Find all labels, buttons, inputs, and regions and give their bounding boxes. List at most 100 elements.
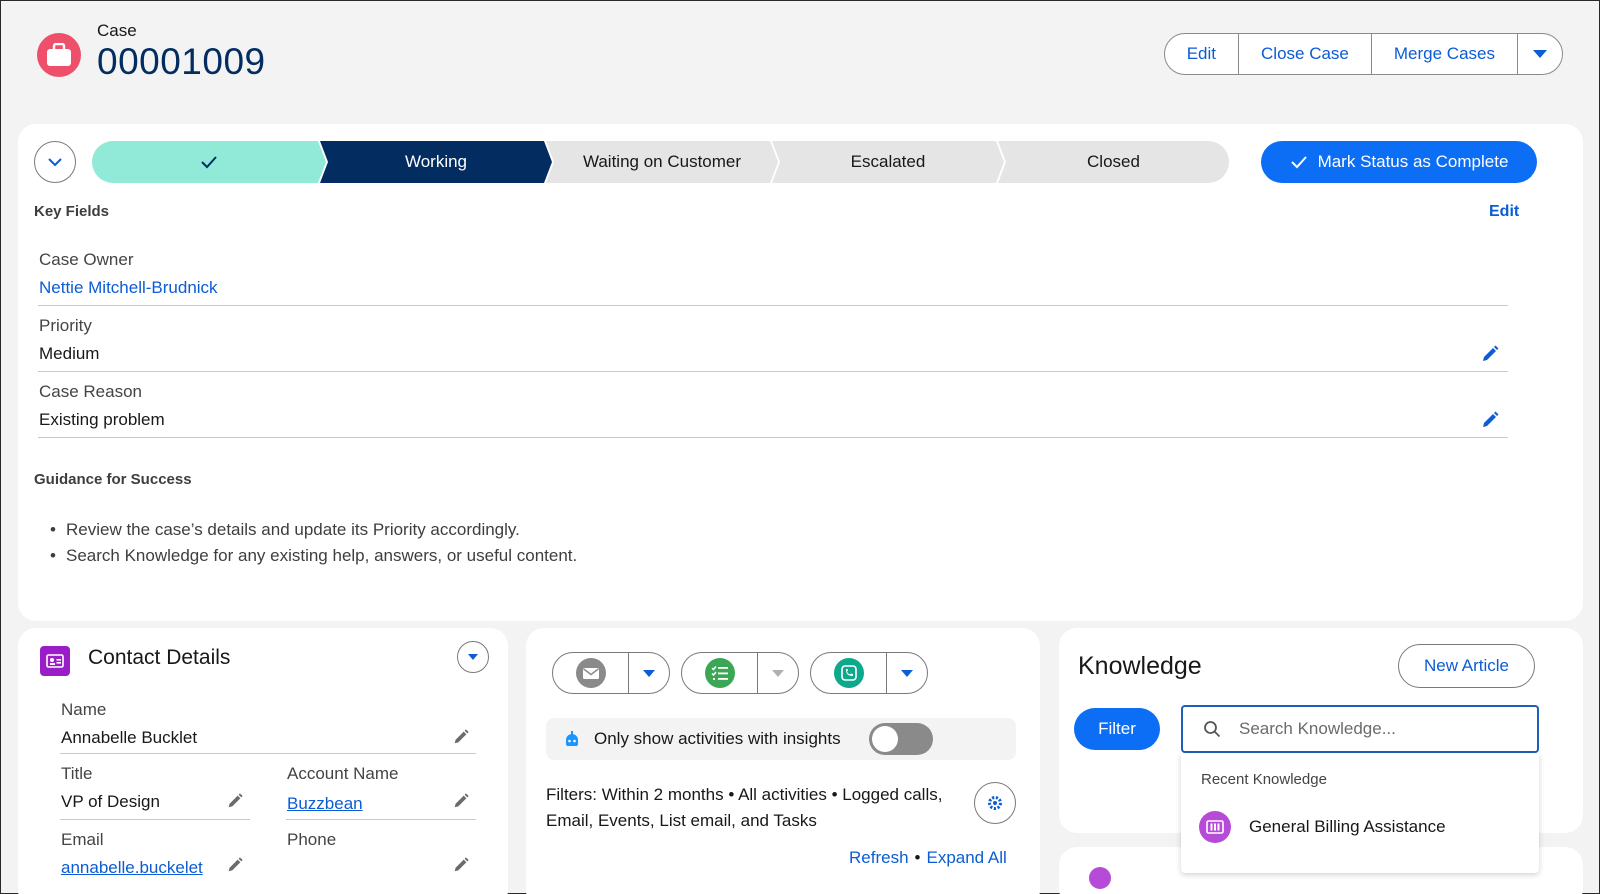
path-stage-working[interactable]: Working xyxy=(320,141,552,183)
mark-status-complete-button[interactable]: Mark Status as Complete xyxy=(1261,141,1537,183)
separator-dot: • xyxy=(914,848,921,867)
knowledge-search-box xyxy=(1181,705,1539,753)
contact-name-label: Name xyxy=(61,700,107,719)
more-actions-button[interactable] xyxy=(1518,34,1562,74)
priority-label: Priority xyxy=(39,316,92,335)
path-stage-escalated[interactable]: Escalated xyxy=(772,141,1004,183)
close-case-button[interactable]: Close Case xyxy=(1239,34,1372,74)
contact-phone-field: Phone xyxy=(286,830,476,890)
edit-button[interactable]: Edit xyxy=(1165,34,1240,74)
phone-icon xyxy=(833,658,864,688)
log-call-button[interactable] xyxy=(811,653,887,693)
refresh-link[interactable]: Refresh xyxy=(849,848,909,868)
edit-email-pencil-icon[interactable] xyxy=(226,856,244,874)
related-card-icon xyxy=(1089,867,1111,889)
path-stage-closed[interactable]: Closed xyxy=(998,141,1229,183)
contact-card-menu-button[interactable] xyxy=(457,641,489,673)
merge-cases-button[interactable]: Merge Cases xyxy=(1372,34,1518,74)
knowledge-search-input[interactable] xyxy=(1239,719,1519,739)
insights-toggle-switch[interactable] xyxy=(868,723,933,755)
case-owner-link[interactable]: Nettie Mitchell-Brudnick xyxy=(39,278,218,298)
chevron-down-icon xyxy=(48,158,62,167)
gear-icon xyxy=(988,796,1002,810)
case-briefcase-icon xyxy=(37,33,81,77)
path-card: Working Waiting on Customer Escalated Cl… xyxy=(18,124,1583,621)
search-icon xyxy=(1204,721,1221,738)
guidance-list: Review the case’s details and update its… xyxy=(48,517,577,569)
caret-down-icon xyxy=(772,669,784,677)
contact-title-label: Title xyxy=(61,764,93,783)
toggle-knob xyxy=(871,726,898,752)
account-name-link[interactable]: Buzzbean xyxy=(287,794,363,814)
email-link[interactable]: annabelle.buckelet xyxy=(61,858,203,878)
activity-actions: Refresh • Expand All xyxy=(849,848,1007,868)
guidance-item: Review the case’s details and update its… xyxy=(48,517,577,543)
knowledge-filter-button[interactable]: Filter xyxy=(1074,708,1160,750)
edit-priority-pencil-icon[interactable] xyxy=(1480,344,1500,364)
guidance-item: Search Knowledge for any existing help, … xyxy=(48,543,577,569)
task-list-icon xyxy=(704,658,735,688)
edit-title-pencil-icon[interactable] xyxy=(226,792,244,810)
expand-all-link[interactable]: Expand All xyxy=(926,848,1006,868)
call-split-button xyxy=(810,652,928,694)
checkmark-icon xyxy=(1290,156,1307,169)
contact-account-field: Account Name Buzzbean xyxy=(286,764,476,820)
phone-label: Phone xyxy=(287,830,337,849)
recent-knowledge-heading: Recent Knowledge xyxy=(1201,771,1327,788)
new-email-button[interactable] xyxy=(553,653,629,693)
case-reason-label: Case Reason xyxy=(39,382,143,401)
field-priority: Priority Medium xyxy=(38,312,1508,372)
key-fields-edit-link[interactable]: Edit xyxy=(1489,203,1519,221)
path-collapse-toggle[interactable] xyxy=(34,141,76,183)
edit-phone-pencil-icon[interactable] xyxy=(452,856,470,874)
caret-down-icon xyxy=(468,654,478,660)
contact-title-field: Title VP of Design xyxy=(60,764,250,820)
mark-status-label: Mark Status as Complete xyxy=(1317,152,1509,171)
task-options-dropdown[interactable] xyxy=(758,653,798,693)
knowledge-search-dropdown: Recent Knowledge General Billing Assista… xyxy=(1181,753,1539,873)
field-case-reason: Case Reason Existing problem xyxy=(38,378,1508,438)
knowledge-title: Knowledge xyxy=(1078,652,1202,680)
status-path: Working Waiting on Customer Escalated Cl… xyxy=(92,141,1229,183)
insights-toggle-bar: Only show activities with insights xyxy=(546,718,1016,760)
contact-name-value: Annabelle Bucklet xyxy=(61,728,198,747)
email-label: Email xyxy=(61,830,104,849)
case-owner-label: Case Owner xyxy=(39,250,134,269)
priority-value: Medium xyxy=(39,344,100,363)
case-number-title: 00001009 xyxy=(97,41,266,82)
checkmark-icon xyxy=(200,155,218,169)
contact-name-field: Name Annabelle Bucklet xyxy=(60,700,476,754)
caret-down-icon xyxy=(643,669,655,677)
contact-email-field: Email annabelle.buckelet xyxy=(60,830,250,890)
path-stage-waiting-on-customer[interactable]: Waiting on Customer xyxy=(546,141,778,183)
object-type-label: Case xyxy=(97,21,137,40)
edit-account-pencil-icon[interactable] xyxy=(452,792,470,810)
email-split-button xyxy=(552,652,670,694)
knowledge-article-book-icon xyxy=(1199,811,1231,843)
email-options-dropdown[interactable] xyxy=(629,653,669,693)
header-action-group: Edit Close Case Merge Cases xyxy=(1163,33,1563,75)
einstein-insights-icon xyxy=(566,731,578,746)
contact-title-value: VP of Design xyxy=(61,792,160,811)
recent-knowledge-title: General Billing Assistance xyxy=(1249,817,1446,836)
activity-card: Only show activities with insights Filte… xyxy=(526,628,1040,894)
case-reason-value: Existing problem xyxy=(39,410,165,429)
path-stage-complete[interactable] xyxy=(92,141,326,183)
edit-name-pencil-icon[interactable] xyxy=(452,728,470,746)
field-case-owner: Case Owner Nettie Mitchell-Brudnick xyxy=(38,246,1508,306)
key-fields-heading: Key Fields xyxy=(34,203,110,220)
new-task-button[interactable] xyxy=(682,653,758,693)
caret-down-icon xyxy=(1533,50,1547,58)
activity-filters-text: Filters: Within 2 months • All activitie… xyxy=(546,785,943,830)
insights-toggle-label: Only show activities with insights xyxy=(594,729,841,748)
recent-knowledge-item[interactable]: General Billing Assistance xyxy=(1199,811,1446,843)
task-split-button xyxy=(681,652,799,694)
activity-filter-settings-button[interactable] xyxy=(974,782,1016,824)
contact-details-title: Contact Details xyxy=(88,646,231,669)
caret-down-icon xyxy=(901,669,913,677)
new-article-button[interactable]: New Article xyxy=(1398,644,1535,688)
account-name-label: Account Name xyxy=(287,764,399,783)
call-options-dropdown[interactable] xyxy=(887,653,927,693)
email-icon xyxy=(575,658,606,688)
edit-case-reason-pencil-icon[interactable] xyxy=(1480,410,1500,430)
